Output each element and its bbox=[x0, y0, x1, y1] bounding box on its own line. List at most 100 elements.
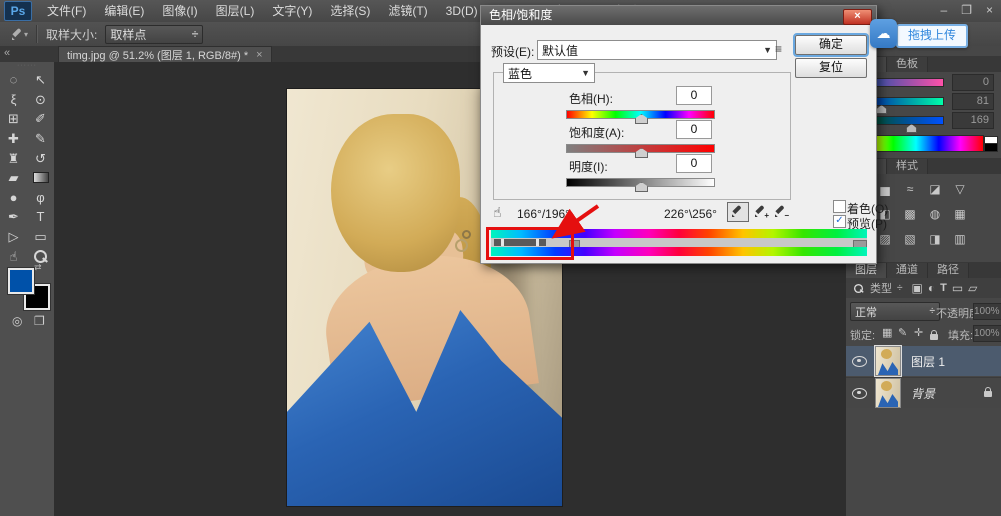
tab-swatches[interactable]: 色板 bbox=[887, 57, 928, 72]
eyedropper-tool-icon[interactable] bbox=[10, 27, 24, 41]
restore-button[interactable]: ❐ bbox=[961, 3, 972, 17]
saturation-slider-thumb[interactable] bbox=[635, 148, 648, 158]
curves-icon[interactable]: ≈ bbox=[900, 182, 920, 197]
rectangle-tool-icon[interactable]: ▭ bbox=[29, 227, 53, 247]
levels-icon[interactable]: ▅ bbox=[875, 182, 895, 197]
crop-tool-icon[interactable]: ⊞ bbox=[2, 109, 26, 129]
vibrance-icon[interactable]: ▽ bbox=[950, 182, 970, 197]
sample-size-select[interactable]: 取样点 ÷ bbox=[105, 25, 203, 44]
lock-transparency-icon[interactable]: ▦ bbox=[882, 326, 892, 339]
path-selection-tool-icon[interactable]: ▷ bbox=[2, 227, 26, 247]
cloud-upload-icon[interactable]: ☁ bbox=[870, 19, 897, 48]
minimize-button[interactable]: – bbox=[941, 3, 948, 17]
eraser-tool-icon[interactable]: ▰ bbox=[2, 168, 26, 188]
quick-mask-icon[interactable]: ◎ bbox=[12, 314, 22, 328]
layer-row-background[interactable]: 背景 bbox=[846, 377, 1001, 408]
filter-shape-icon[interactable]: ▭ bbox=[952, 281, 963, 295]
exposure-icon[interactable]: ◪ bbox=[925, 182, 945, 197]
menu-layer[interactable]: 图层(L) bbox=[207, 1, 264, 22]
preset-menu-icon[interactable]: ≡ bbox=[775, 42, 782, 56]
fill-value[interactable]: 100% bbox=[973, 325, 1001, 342]
preset-select[interactable]: 默认值 ▼ bbox=[537, 40, 777, 60]
ok-button[interactable]: 确定 bbox=[795, 35, 867, 55]
green-value[interactable]: 81 bbox=[952, 93, 994, 110]
menu-file[interactable]: 文件(F) bbox=[38, 1, 95, 22]
healing-brush-tool-icon[interactable]: ✚ bbox=[2, 129, 26, 149]
lock-position-icon[interactable]: ✛ bbox=[914, 326, 923, 339]
preview-checkbox[interactable]: ✓ bbox=[833, 215, 846, 228]
layer-thumbnail[interactable] bbox=[875, 378, 901, 408]
lock-pixels-icon[interactable]: ✎ bbox=[898, 326, 907, 339]
menu-filter[interactable]: 滤镜(T) bbox=[379, 1, 436, 22]
document-tab[interactable]: timg.jpg @ 51.2% (图层 1, RGB/8#) * × bbox=[58, 46, 272, 63]
gradient-map-icon[interactable]: ◨ bbox=[925, 232, 945, 247]
tool-preset-arrow-icon[interactable]: ▾ bbox=[24, 30, 28, 39]
threshold-icon[interactable]: ▧ bbox=[900, 232, 920, 247]
pen-tool-icon[interactable]: ✒ bbox=[2, 207, 26, 227]
lightness-slider-thumb[interactable] bbox=[635, 182, 648, 192]
menu-select[interactable]: 选择(S) bbox=[321, 1, 379, 22]
layer-thumbnail[interactable] bbox=[875, 346, 901, 376]
layer-name[interactable]: 图层 1 bbox=[911, 353, 945, 370]
visibility-eye-icon[interactable] bbox=[852, 356, 867, 367]
blue-value[interactable]: 169 bbox=[952, 112, 994, 129]
black-swatch[interactable] bbox=[984, 143, 998, 152]
eyedropper-sample-button[interactable] bbox=[727, 202, 749, 222]
stepper-icon[interactable]: ÷ bbox=[897, 283, 903, 294]
red-value[interactable]: 0 bbox=[952, 74, 994, 91]
green-slider-thumb[interactable] bbox=[876, 105, 887, 114]
eyedropper-subtract-button[interactable]: − bbox=[773, 204, 787, 218]
tab-layers[interactable]: 图层 bbox=[846, 263, 887, 278]
layer-row-1[interactable]: 图层 1 bbox=[846, 346, 1001, 376]
layer-name[interactable]: 背景 bbox=[911, 385, 935, 402]
close-button[interactable]: × bbox=[986, 3, 993, 17]
swap-colors-icon[interactable]: ⇄ bbox=[34, 262, 42, 273]
hue-slider[interactable] bbox=[566, 110, 715, 119]
filter-smart-object-icon[interactable]: ▱ bbox=[968, 281, 977, 295]
move-tool-icon[interactable]: ↖ bbox=[29, 70, 53, 90]
on-image-adjust-hand-icon[interactable]: ☝ bbox=[493, 204, 502, 221]
lock-all-icon[interactable] bbox=[930, 329, 938, 343]
collapse-panels-icon[interactable]: « bbox=[4, 47, 10, 59]
elliptical-marquee-tool-icon[interactable]: ◌ bbox=[2, 70, 26, 90]
hue-slider-thumb[interactable] bbox=[635, 114, 648, 124]
blue-slider-thumb[interactable] bbox=[906, 124, 917, 133]
drag-upload-tooltip[interactable]: 拖拽上传 bbox=[896, 24, 968, 48]
reset-button[interactable]: 复位 bbox=[795, 58, 867, 78]
eyedropper-tool-icon[interactable]: ✐ bbox=[29, 109, 53, 129]
filter-type-label[interactable]: 类型 bbox=[870, 280, 892, 296]
screen-mode-icon[interactable]: ❐ bbox=[34, 314, 45, 328]
channel-select[interactable]: 蓝色 ▼ bbox=[503, 63, 595, 83]
lightness-slider[interactable] bbox=[566, 178, 715, 187]
filter-type-layer-icon[interactable]: T bbox=[940, 282, 947, 294]
eyedropper-add-button[interactable]: + bbox=[753, 204, 767, 218]
quick-selection-tool-icon[interactable]: ⊙ bbox=[29, 90, 53, 110]
document-close-icon[interactable]: × bbox=[256, 49, 262, 61]
tab-paths[interactable]: 路径 bbox=[928, 263, 969, 278]
lasso-tool-icon[interactable]: ξ bbox=[2, 90, 26, 110]
channel-mixer-icon[interactable]: ▦ bbox=[950, 207, 970, 222]
tab-channels[interactable]: 通道 bbox=[887, 263, 928, 278]
dialog-title[interactable]: 色相/饱和度 bbox=[481, 6, 876, 25]
brush-tool-icon[interactable]: ✎ bbox=[29, 129, 53, 149]
filter-adjustment-icon[interactable]: ◐ bbox=[928, 281, 935, 295]
saturation-slider[interactable] bbox=[566, 144, 715, 153]
gradient-tool-icon[interactable] bbox=[29, 168, 53, 188]
clone-stamp-tool-icon[interactable]: ♜ bbox=[2, 148, 26, 168]
posterize-icon[interactable]: ▨ bbox=[875, 232, 895, 247]
history-brush-tool-icon[interactable]: ↺ bbox=[29, 148, 53, 168]
hue-input[interactable]: 0 bbox=[676, 86, 712, 105]
dialog-close-button[interactable]: × bbox=[843, 9, 872, 25]
menu-image[interactable]: 图像(I) bbox=[153, 1, 206, 22]
visibility-eye-icon[interactable] bbox=[852, 388, 867, 399]
black-white-icon[interactable]: ▩ bbox=[900, 207, 920, 222]
hand-tool-icon[interactable]: ☝ bbox=[2, 246, 26, 266]
menu-edit[interactable]: 编辑(E) bbox=[95, 1, 153, 22]
saturation-input[interactable]: 0 bbox=[676, 120, 712, 139]
colorize-checkbox[interactable] bbox=[833, 200, 846, 213]
photo-filter-icon[interactable]: ◍ bbox=[925, 207, 945, 222]
opacity-value[interactable]: 100% bbox=[973, 303, 1001, 320]
filter-search-icon[interactable] bbox=[854, 283, 863, 292]
blur-tool-icon[interactable]: ● bbox=[2, 188, 26, 208]
selective-color-icon[interactable]: ▥ bbox=[950, 232, 970, 247]
